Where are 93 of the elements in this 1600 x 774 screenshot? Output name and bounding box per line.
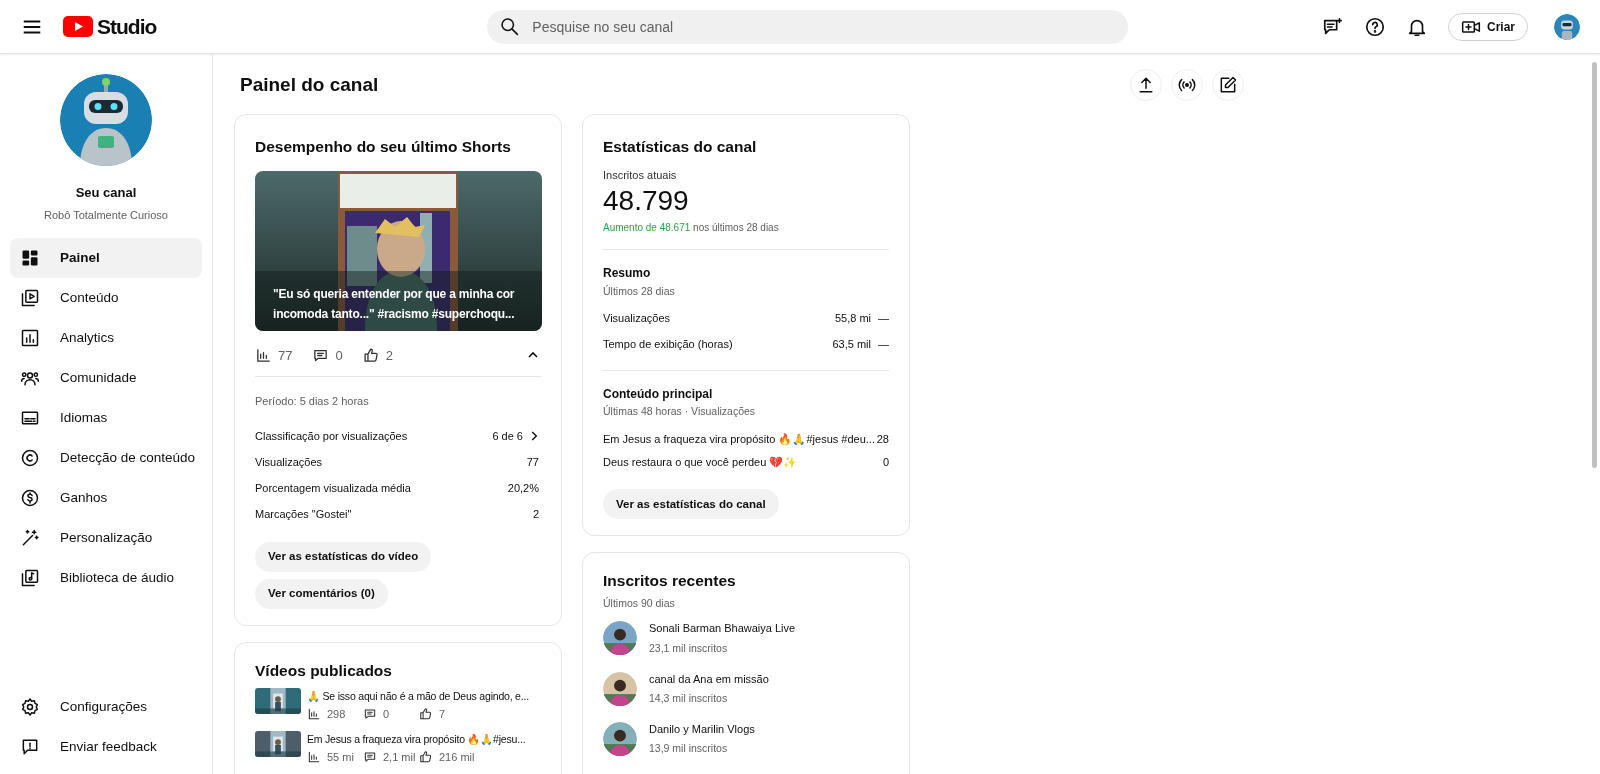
- card-title: Desempenho do seu último Shorts: [255, 137, 512, 157]
- music-library-icon: [20, 568, 40, 588]
- stat-count: 298: [327, 707, 346, 722]
- metric-value: 63,5 mil: [832, 337, 871, 353]
- scrollbar[interactable]: [1592, 62, 1597, 468]
- metric-value: 20,2%: [507, 480, 540, 496]
- thumbs-up-icon: [419, 749, 433, 764]
- channel-name: Robô Totalmente Curioso: [44, 207, 168, 223]
- help-icon[interactable]: [1364, 15, 1386, 38]
- metric-label: Tempo de exibição (horas): [603, 337, 733, 353]
- channel-avatar[interactable]: [60, 74, 152, 166]
- play-logo-icon: [63, 16, 93, 37]
- stat-count: 77: [278, 346, 293, 365]
- stat-count: 7: [439, 707, 446, 722]
- period-text: Últimos 28 dias: [603, 283, 676, 299]
- stat-count: 2,1 mil: [383, 749, 416, 765]
- magic-wand-icon: [20, 528, 40, 548]
- metric-label: Porcentagem visualizada média: [255, 480, 411, 496]
- stat-count: 2: [385, 346, 393, 365]
- stat-count: 216 mil: [439, 749, 475, 765]
- metric-value: 55,8 mi: [834, 311, 871, 327]
- avatar: [603, 621, 637, 656]
- video-title[interactable]: Em Jesus a fraqueza vira propósito 🔥🙏#jesu...: [307, 730, 526, 747]
- video-title[interactable]: Em Jesus a fraqueza vira propósito 🔥🙏#jesus #deu...: [603, 430, 875, 447]
- nav-item[interactable]: Idiomas: [10, 398, 202, 438]
- stat-count: 0: [383, 707, 390, 722]
- copyright-icon: [20, 448, 40, 468]
- section-title: Conteúdo principal: [603, 385, 714, 403]
- trend-indicator: —: [877, 311, 889, 327]
- thumbs-up-icon: [419, 707, 433, 722]
- period-text: Últimos 90 dias: [603, 595, 676, 611]
- metric-value: 0: [882, 454, 889, 470]
- avatar: [603, 721, 637, 756]
- nav-item[interactable]: Comunidade: [10, 358, 202, 398]
- nav-item[interactable]: Configurações: [10, 687, 202, 727]
- card-title: Inscritos recentes: [603, 571, 737, 592]
- subscriber-count: 48.799: [603, 183, 690, 218]
- metric-label: Visualizações: [603, 311, 671, 327]
- secondary-button[interactable]: Ver as estatísticas do vídeo: [255, 541, 432, 572]
- comment-icon: [363, 749, 377, 764]
- metric-value: 28: [876, 431, 889, 447]
- subscriber-count: 23,1 mil inscritos: [649, 640, 729, 656]
- period-text: Período: 5 dias 2 horas: [255, 394, 370, 410]
- metric-value: 2: [532, 506, 540, 522]
- dashboard-icon: [20, 248, 40, 268]
- nav-item[interactable]: Ganhos: [10, 478, 202, 518]
- nav-item[interactable]: Enviar feedback: [10, 727, 202, 767]
- nav-item[interactable]: Conteúdo: [10, 278, 202, 318]
- settings-icon: [20, 697, 40, 717]
- subscriber-name[interactable]: Danilo y Marilin Vlogs: [649, 720, 755, 738]
- nav-item[interactable]: Biblioteca de áudio: [10, 558, 202, 598]
- channel-label: Seu canal: [75, 184, 137, 202]
- bar-chart-icon: [307, 707, 321, 722]
- period-text: Últimas 48 horas · Visualizações: [603, 403, 757, 419]
- video-title[interactable]: 🙏 Se isso aqui não é a mão de Deus agindo, e...: [307, 688, 529, 704]
- dollar-icon: [20, 488, 40, 508]
- subscribers-label: Inscritos atuais: [603, 168, 678, 184]
- subscriber-name[interactable]: canal da Ana em missão: [649, 670, 769, 687]
- card-title: Estatísticas do canal: [603, 137, 758, 157]
- subtitles-icon: [20, 408, 40, 428]
- nav-item[interactable]: Painel: [10, 238, 202, 278]
- feedback-icon: [20, 737, 40, 757]
- card-title: Vídeos publicados: [255, 660, 393, 681]
- thumbs-up-icon: [362, 346, 380, 364]
- ranking-link[interactable]: 6 de 6: [492, 427, 541, 444]
- growth-text: Aumento de 48.671 nos últimos 28 dias: [603, 220, 780, 235]
- logo-text: Studio: [97, 13, 157, 40]
- subscriber-count: 13,9 mil inscritos: [649, 741, 729, 757]
- nav-item[interactable]: Personalização: [10, 518, 202, 558]
- metric-label: Visualizações: [255, 454, 323, 470]
- video-title[interactable]: Deus restaura o que você perdeu 💔✨: [603, 453, 798, 470]
- bar-chart-icon: [20, 328, 40, 348]
- bar-chart-icon: [307, 749, 321, 764]
- nav-item[interactable]: Analytics: [10, 318, 202, 358]
- secondary-button[interactable]: Ver comentários (0): [255, 578, 388, 609]
- search-icon: [499, 16, 521, 37]
- stat-count: 0: [335, 346, 343, 365]
- subscriber-count: 14,3 mil inscritos: [649, 691, 729, 706]
- nav-item[interactable]: Detecção de conteúdo: [10, 438, 202, 478]
- trend-indicator: —: [877, 337, 889, 353]
- metric-value: 77: [526, 454, 540, 470]
- subscriber-name[interactable]: Sonali Barman Bhawaiya Live: [649, 620, 796, 637]
- avatar: [603, 671, 637, 706]
- account-avatar[interactable]: [1554, 13, 1580, 40]
- page-title: Painel do canal: [240, 72, 379, 97]
- stat-count: 55 mi: [327, 749, 354, 765]
- comment-icon: [363, 707, 377, 722]
- video-list-icon: [20, 288, 40, 308]
- secondary-button[interactable]: Ver as estatísticas do canal: [603, 489, 779, 520]
- metric-label: Classificação por visualizações: [255, 428, 408, 444]
- section-title: Resumo: [603, 264, 652, 282]
- metric-label: Marcações "Gostei": [255, 506, 352, 522]
- bar-chart-icon: [255, 346, 272, 364]
